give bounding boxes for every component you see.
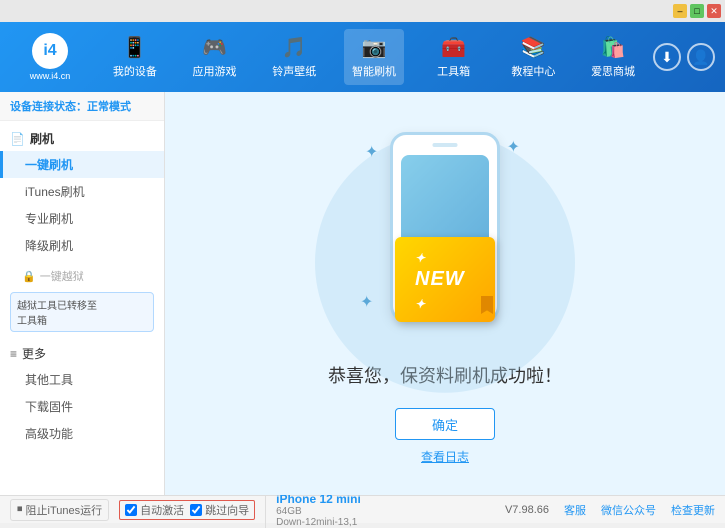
device-info: iPhone 12 mini 64GB Down-12mini-13,1 xyxy=(265,492,361,528)
download-button[interactable]: ⬇ xyxy=(653,43,681,71)
nav-ringtone[interactable]: 🎵 铃声壁纸 xyxy=(264,29,324,85)
maximize-button[interactable]: □ xyxy=(690,4,704,18)
status-right: V7.98.66 客服 微信公众号 检查更新 xyxy=(505,502,715,518)
auto-connect-label: 自动激活 xyxy=(140,502,184,518)
sidebar-item-advanced[interactable]: 高级功能 xyxy=(0,420,164,447)
stop-itunes-label: 阻止iTunes运行 xyxy=(26,502,103,518)
nav-my-device[interactable]: 📱 我的设备 xyxy=(105,29,165,85)
smart-flash-label: 智能刷机 xyxy=(352,63,396,79)
new-badge: NEW xyxy=(395,237,495,322)
sidebar-item-other-tools[interactable]: 其他工具 xyxy=(0,366,164,393)
sidebar-item-pro-flash[interactable]: 专业刷机 xyxy=(0,205,164,232)
my-device-icon: 📱 xyxy=(122,35,147,60)
main: 设备连接状态：正常模式 📄 刷机 一键刷机 iTunes刷机 专业刷机 降级刷机… xyxy=(0,92,725,495)
skip-wizard-checkbox[interactable] xyxy=(190,504,202,516)
tutorial-label: 教程中心 xyxy=(511,63,555,79)
nav-apple-store[interactable]: 🛍️ 爱思商城 xyxy=(583,29,643,85)
sidebar-status: 设备连接状态：正常模式 xyxy=(0,92,164,121)
view-log-link[interactable]: 查看日志 xyxy=(421,448,469,465)
status-left: ⏹ 阻止iTunes运行 自动激活 跳过向导 iPhone 12 mini 64… xyxy=(10,492,505,528)
tutorial-icon: 📚 xyxy=(521,35,546,60)
nav-apps-games[interactable]: 🎮 应用游戏 xyxy=(185,29,245,85)
more-label: 更多 xyxy=(22,345,46,362)
success-text: 恭喜您，保资料刷机成功啦！ xyxy=(328,362,562,388)
sidebar-item-one-key-flash[interactable]: 一键刷机 xyxy=(0,151,164,178)
toolbox-label: 工具箱 xyxy=(437,63,470,79)
info-line2: 工具箱 xyxy=(17,312,147,327)
check-update-link[interactable]: 检查更新 xyxy=(671,502,715,518)
sidebar-item-downgrade-flash[interactable]: 降级刷机 xyxy=(0,232,164,259)
smart-flash-icon: 📷 xyxy=(362,35,387,60)
more-icon: ≡ xyxy=(10,347,17,361)
nav-items: 📱 我的设备 🎮 应用游戏 🎵 铃声壁纸 📷 智能刷机 🧰 工具箱 📚 教程中心… xyxy=(95,29,653,85)
apple-store-label: 爱思商城 xyxy=(591,63,635,79)
locked-label: 一键越狱 xyxy=(40,268,84,284)
status-label: 设备连接状态： xyxy=(10,101,87,113)
status-value: 正常模式 xyxy=(87,101,131,113)
sidebar-info-box: 越狱工具已转移至 工具箱 xyxy=(10,292,154,332)
nav-tutorial[interactable]: 📚 教程中心 xyxy=(503,29,563,85)
apps-games-label: 应用游戏 xyxy=(193,63,237,79)
header-actions: ⬇ 👤 xyxy=(653,43,715,71)
nav-toolbox[interactable]: 🧰 工具箱 xyxy=(424,29,484,85)
sidebar-item-download-firmware[interactable]: 下载固件 xyxy=(0,393,164,420)
flash-section-icon: 📄 xyxy=(10,132,25,146)
stop-itunes-button[interactable]: ⏹ 阻止iTunes运行 xyxy=(10,499,109,521)
wechat-link[interactable]: 微信公众号 xyxy=(601,502,656,518)
sparkle-bottomleft: ✦ xyxy=(360,292,373,312)
phone-illustration: ✦ ✦ ✦ NEW xyxy=(345,122,545,342)
title-bar: – □ ✕ xyxy=(0,0,725,22)
version-text: V7.98.66 xyxy=(505,504,549,516)
customer-service-link[interactable]: 客服 xyxy=(564,502,586,518)
confirm-button[interactable]: 确定 xyxy=(395,408,495,440)
content-area: ✦ ✦ ✦ NEW 恭喜您，保资料刷机成功啦！ 确定 查看日志 xyxy=(165,92,725,495)
auto-connect-checkbox[interactable] xyxy=(125,504,137,516)
sidebar-flash-section: 📄 刷机 一键刷机 iTunes刷机 专业刷机 降级刷机 xyxy=(0,121,164,264)
logo-icon: i4 xyxy=(32,33,68,69)
device-model: Down-12mini-13,1 xyxy=(276,517,361,528)
header: i4 www.i4.cn 📱 我的设备 🎮 应用游戏 🎵 铃声壁纸 📷 智能刷机… xyxy=(0,22,725,92)
lock-icon: 🔒 xyxy=(22,270,36,283)
auto-connect-checkbox-item: 自动激活 xyxy=(125,502,184,518)
stop-itunes-icon: ⏹ xyxy=(17,503,23,516)
nav-smart-flash[interactable]: 📷 智能刷机 xyxy=(344,29,404,85)
minimize-button[interactable]: – xyxy=(673,4,687,18)
apple-store-icon: 🛍️ xyxy=(601,35,626,60)
device-storage: 64GB xyxy=(276,506,361,517)
apps-games-icon: 🎮 xyxy=(202,35,227,60)
toolbox-icon: 🧰 xyxy=(441,35,466,60)
sidebar-more-section: ≡ 更多 其他工具 下载固件 高级功能 xyxy=(0,336,164,452)
sidebar: 设备连接状态：正常模式 📄 刷机 一键刷机 iTunes刷机 专业刷机 降级刷机… xyxy=(0,92,165,495)
sidebar-item-itunes-flash[interactable]: iTunes刷机 xyxy=(0,178,164,205)
user-button[interactable]: 👤 xyxy=(687,43,715,71)
flash-section-label: 刷机 xyxy=(30,130,54,147)
sparkle-topleft: ✦ xyxy=(365,142,378,162)
status-bar: ⏹ 阻止iTunes运行 自动激活 跳过向导 iPhone 12 mini 64… xyxy=(0,495,725,523)
skip-wizard-checkbox-item: 跳过向导 xyxy=(190,502,249,518)
close-button[interactable]: ✕ xyxy=(707,4,721,18)
sidebar-more-header: ≡ 更多 xyxy=(0,341,164,366)
logo: i4 www.i4.cn xyxy=(10,33,90,81)
logo-text: www.i4.cn xyxy=(30,71,71,81)
sidebar-locked-jailbreak: 🔒 一键越狱 xyxy=(0,264,164,288)
phone-speaker xyxy=(433,143,458,147)
my-device-label: 我的设备 xyxy=(113,63,157,79)
sparkle-topright: ✦ xyxy=(507,137,520,157)
sidebar-flash-header: 📄 刷机 xyxy=(0,126,164,151)
skip-wizard-label: 跳过向导 xyxy=(205,502,249,518)
ringtone-label: 铃声壁纸 xyxy=(272,63,316,79)
info-line1: 越狱工具已转移至 xyxy=(17,297,147,312)
ringtone-icon: 🎵 xyxy=(282,35,307,60)
